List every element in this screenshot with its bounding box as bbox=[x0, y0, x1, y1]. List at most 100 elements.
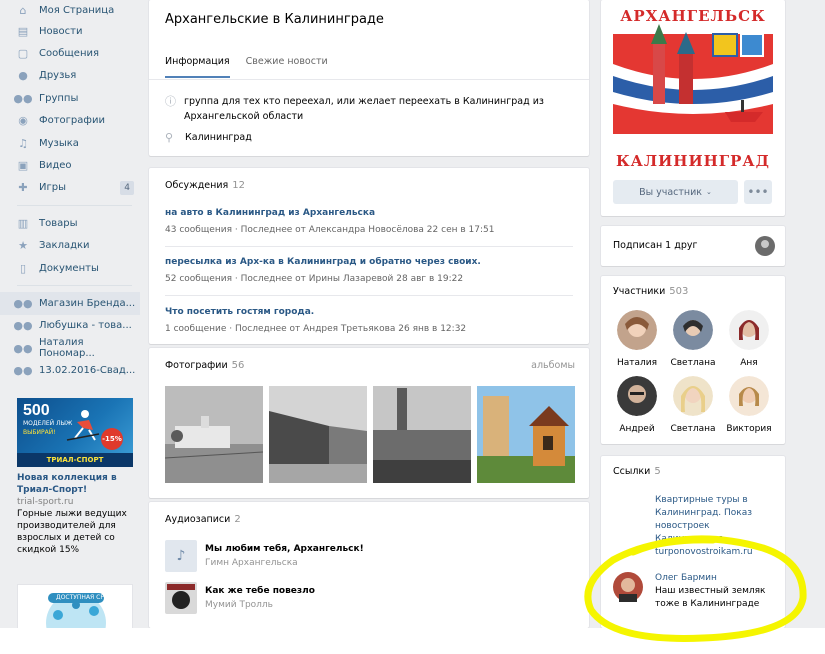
avatar[interactable] bbox=[673, 376, 713, 416]
nav-groups[interactable]: ●● Группы bbox=[0, 87, 140, 109]
bottom-page-area bbox=[0, 628, 825, 654]
page-title: Архангельские в Калининграде bbox=[165, 12, 384, 27]
bag-icon: ▥ bbox=[17, 216, 29, 230]
links-header[interactable]: Ссылки 5 bbox=[613, 466, 661, 477]
ad-domain: trial-sport.ru bbox=[17, 497, 74, 507]
friends-icon: ● bbox=[18, 69, 28, 83]
members-header[interactable]: Участники 503 bbox=[613, 286, 688, 297]
avatar[interactable] bbox=[617, 376, 657, 416]
group-location: Калининград bbox=[185, 132, 252, 143]
avatar[interactable] bbox=[613, 572, 643, 602]
topic-divider bbox=[165, 295, 573, 296]
friends-label[interactable]: Подписан 1 друг bbox=[613, 240, 697, 251]
links-card: Ссылки 5 Квартирные туры в Калининград. П… bbox=[601, 456, 785, 628]
left-navigation: ⌂ Моя Страница ▤ Новости ▢ Сообщения ● Д… bbox=[0, 0, 140, 382]
avatar[interactable] bbox=[617, 310, 657, 350]
discussion-topic[interactable]: на авто в Калининград из Архангельска 43… bbox=[165, 208, 573, 235]
nav-friends[interactable]: ● Друзья bbox=[0, 65, 140, 87]
info-tabs: Информация Свежие новости bbox=[165, 48, 344, 78]
nav-group-shop[interactable]: ●● Магазин Бренда... bbox=[0, 292, 140, 315]
messages-icon: ▢ bbox=[17, 47, 29, 61]
chevron-down-icon: ⌄ bbox=[706, 188, 712, 196]
group-info-card: Архангельские в Калининграде Информация … bbox=[149, 0, 589, 156]
members-card: Участники 503 Наталия Светлана Аня Андрей… bbox=[601, 276, 785, 444]
accessible-environment-banner bbox=[46, 593, 106, 631]
info-icon: ⓘ bbox=[165, 95, 176, 108]
friend-avatar[interactable] bbox=[755, 236, 775, 256]
star-icon: ★ bbox=[18, 239, 28, 253]
tab-information[interactable]: Информация bbox=[165, 48, 230, 78]
photo-thumbnail[interactable] bbox=[269, 386, 367, 483]
discussion-topic[interactable]: Что посетить гостям города. 1 сообщение … bbox=[165, 307, 573, 334]
group-location-row: ⚲ Калининград bbox=[165, 130, 252, 145]
music-icon: ♫ bbox=[18, 136, 28, 150]
more-actions-button[interactable]: ••• bbox=[744, 180, 772, 204]
document-icon: ▯ bbox=[19, 261, 27, 275]
nav-music[interactable]: ♫ Музыка bbox=[0, 132, 140, 154]
avatar[interactable] bbox=[729, 376, 769, 416]
nav-group-lyubushka[interactable]: ●● Любушка - това... bbox=[0, 315, 140, 337]
skier-icon bbox=[66, 410, 100, 441]
ad-text: Горные лыжи ведущих производителей для в… bbox=[17, 509, 127, 555]
nav-games[interactable]: ✚ Игры 4 bbox=[0, 177, 140, 199]
nav-bookmarks[interactable]: ★ Закладки bbox=[0, 235, 140, 257]
nav-goods[interactable]: ▥ Товары bbox=[0, 212, 140, 234]
vk-group-page: ⌂ Моя Страница ▤ Новости ▢ Сообщения ● Д… bbox=[0, 0, 825, 654]
audio-header[interactable]: Аудиозаписи 2 bbox=[165, 514, 241, 525]
ad-banner-2[interactable]: ДОСТУПНАЯ СРЕДА bbox=[17, 584, 133, 632]
ad-banner-image[interactable]: 500 МОДЕЛЕЙ ЛЫЖ ВЫБИРАЙ! -15% ТРИАЛ-СПОР… bbox=[17, 398, 133, 467]
advertisement[interactable]: 500 МОДЕЛЕЙ ЛЫЖ ВЫБИРАЙ! -15% ТРИАЛ-СПОР… bbox=[17, 398, 133, 556]
member-item[interactable]: Аня bbox=[724, 310, 774, 368]
groups-icon: ●● bbox=[13, 341, 33, 355]
tab-news[interactable]: Свежие новости bbox=[246, 48, 328, 78]
audio-track[interactable]: ♪ Мы любим тебя, Архангельск! Гимн Архан… bbox=[165, 540, 364, 572]
nav-documents[interactable]: ▯ Документы bbox=[0, 257, 140, 279]
music-note-icon[interactable]: ♪ bbox=[165, 540, 197, 572]
news-icon: ▤ bbox=[17, 24, 29, 38]
groups-icon: ●● bbox=[13, 296, 33, 310]
home-icon: ⌂ bbox=[19, 3, 27, 17]
ad-title[interactable]: Новая коллекция в Триал-Спорт! bbox=[17, 472, 133, 496]
group-avatar[interactable] bbox=[613, 4, 773, 172]
albums-link[interactable]: альбомы bbox=[531, 360, 575, 371]
nav-video[interactable]: ▣ Видео bbox=[0, 154, 140, 176]
photos-card: Фотографии 56 альбомы bbox=[149, 348, 589, 498]
discussions-header[interactable]: Обсуждения 12 bbox=[165, 180, 245, 191]
link-item[interactable]: Олег Бармин Наш известный земляк тоже в … bbox=[613, 572, 773, 611]
photo-thumbnail[interactable] bbox=[477, 386, 575, 483]
member-item[interactable]: Виктория bbox=[724, 376, 774, 434]
member-item[interactable]: Андрей bbox=[612, 376, 662, 434]
photo-grid bbox=[165, 386, 575, 483]
member-item[interactable]: Светлана bbox=[668, 310, 718, 368]
member-item[interactable]: Наталия bbox=[612, 310, 662, 368]
member-item[interactable]: Светлана bbox=[668, 376, 718, 434]
nav-group-wedding[interactable]: ●● 13.02.2016-Свад... bbox=[0, 359, 140, 381]
groups-icon: ●● bbox=[13, 91, 33, 105]
cover-title-top: АРХАНГЕЛЬСК bbox=[620, 7, 766, 25]
photo-thumbnail[interactable] bbox=[165, 386, 263, 483]
audio-track[interactable]: Как же тебе повезло Мумий Тролль bbox=[165, 582, 315, 614]
location-pin-icon: ⚲ bbox=[165, 131, 174, 144]
link-item[interactable]: Квартирные туры в Калининград. Показ нов… bbox=[613, 494, 773, 559]
group-description: группа для тех кто переехал, или желает … bbox=[184, 96, 544, 122]
topic-divider bbox=[165, 246, 573, 247]
nav-messages[interactable]: ▢ Сообщения bbox=[0, 42, 140, 64]
membership-button[interactable]: Вы участник ⌄ bbox=[613, 180, 738, 204]
nav-photos[interactable]: ◉ Фотографии bbox=[0, 110, 140, 132]
discussion-topic[interactable]: пересылка из Арх-ка в Калининград и обра… bbox=[165, 257, 573, 284]
nav-divider bbox=[17, 285, 132, 287]
photos-header[interactable]: Фотографии 56 bbox=[165, 360, 244, 371]
avatar[interactable] bbox=[729, 310, 769, 350]
album-cover[interactable] bbox=[165, 582, 197, 614]
discount-badge: -15% bbox=[101, 428, 123, 450]
nav-my-page[interactable]: ⌂ Моя Страница bbox=[0, 0, 140, 20]
groups-icon: ●● bbox=[13, 319, 33, 333]
nav-divider bbox=[17, 205, 132, 207]
nav-news[interactable]: ▤ Новости bbox=[0, 20, 140, 42]
tabs-divider bbox=[149, 79, 589, 80]
photo-thumbnail[interactable] bbox=[373, 386, 471, 483]
groups-icon: ●● bbox=[13, 364, 33, 378]
avatar[interactable] bbox=[673, 310, 713, 350]
discussions-card: Обсуждения 12 на авто в Калининград из Ар… bbox=[149, 168, 589, 344]
nav-group-nataliya[interactable]: ●● Наталия Пономар... bbox=[0, 337, 140, 359]
